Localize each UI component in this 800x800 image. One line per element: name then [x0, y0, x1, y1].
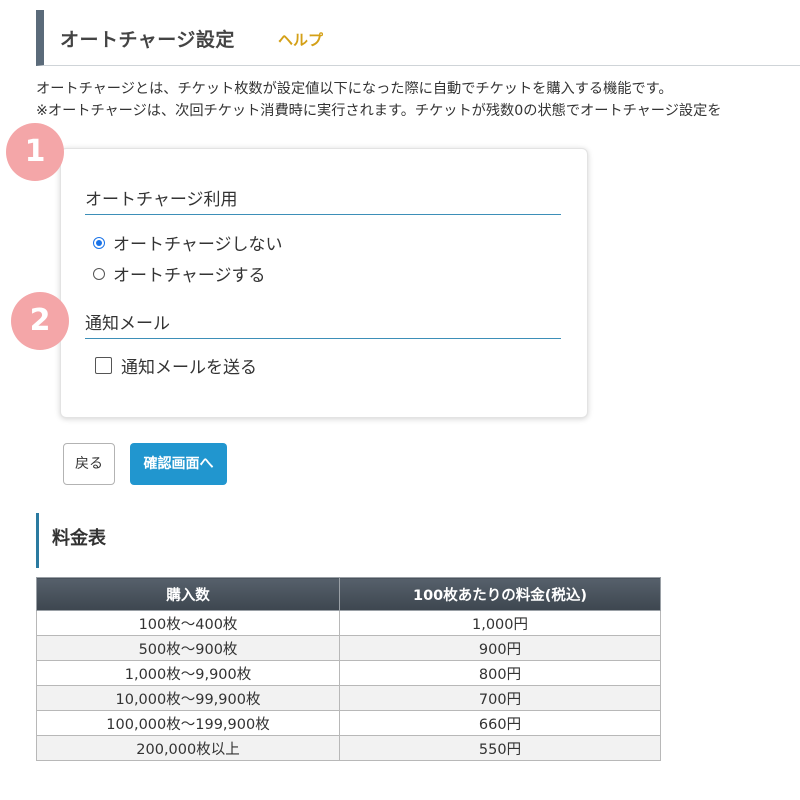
- help-link[interactable]: ヘルプ: [278, 29, 323, 50]
- radio-label: オートチャージする: [113, 266, 266, 286]
- table-row: 100枚～400枚 1,000円: [36, 610, 661, 636]
- page-header: オートチャージ設定 ヘルプ: [36, 10, 800, 66]
- radio-button-selected[interactable]: [93, 236, 105, 249]
- notify-mail-checkbox[interactable]: [95, 357, 112, 374]
- quantity-cell: 10,000枚～99,900枚: [36, 685, 340, 711]
- notify-mail-checkbox-row[interactable]: 通知メールを送る: [95, 353, 257, 378]
- table-row: 10,000枚～99,900枚 700円: [36, 685, 661, 711]
- step-badge-2: 2: [11, 292, 69, 350]
- radio-auto-charge[interactable]: オートチャージする: [93, 261, 266, 286]
- price-table: 購入数 100枚あたりの料金(税込) 100枚～400枚 1,000円 500枚…: [36, 577, 661, 761]
- price-cell: 800円: [339, 660, 661, 686]
- table-row: 1,000枚～9,900枚 800円: [36, 660, 661, 686]
- checkbox-label: 通知メールを送る: [121, 358, 257, 378]
- notify-mail-heading: 通知メール: [85, 309, 561, 339]
- quantity-cell: 200,000枚以上: [36, 735, 340, 761]
- table-header-row: 購入数 100枚あたりの料金(税込): [36, 577, 661, 611]
- price-cell: 900円: [339, 635, 661, 661]
- settings-panel: オートチャージ利用 オートチャージしない オートチャージする 通知メール 通知メ…: [60, 148, 588, 418]
- page-title: オートチャージ設定: [60, 29, 235, 51]
- column-header-quantity: 購入数: [36, 577, 340, 611]
- back-button[interactable]: 戻る: [63, 443, 115, 485]
- table-row: 200,000枚以上 550円: [36, 735, 661, 761]
- table-row: 100,000枚～199,900枚 660円: [36, 710, 661, 736]
- radio-button[interactable]: [93, 267, 105, 280]
- quantity-cell: 500枚～900枚: [36, 635, 340, 661]
- price-cell: 1,000円: [339, 610, 661, 636]
- column-header-price: 100枚あたりの料金(税込): [339, 577, 661, 611]
- description-line-2: ※オートチャージは、次回チケット消費時に実行されます。チケットが残数0の状態でオ…: [36, 103, 722, 119]
- price-cell: 660円: [339, 710, 661, 736]
- quantity-cell: 100,000枚～199,900枚: [36, 710, 340, 736]
- step-badge-1: 1: [6, 123, 64, 181]
- description-line-1: オートチャージとは、チケット枚数が設定値以下になった際に自動でチケットを購入する…: [36, 81, 673, 97]
- auto-charge-heading: オートチャージ利用: [85, 185, 561, 215]
- radio-label: オートチャージしない: [113, 235, 283, 255]
- confirm-button[interactable]: 確認画面へ: [130, 443, 227, 485]
- price-table-heading: 料金表: [36, 513, 106, 568]
- quantity-cell: 1,000枚～9,900枚: [36, 660, 340, 686]
- price-cell: 550円: [339, 735, 661, 761]
- radio-no-auto-charge[interactable]: オートチャージしない: [93, 230, 283, 255]
- table-row: 500枚～900枚 900円: [36, 635, 661, 661]
- quantity-cell: 100枚～400枚: [36, 610, 340, 636]
- price-table-title: 料金表: [52, 528, 106, 549]
- price-cell: 700円: [339, 685, 661, 711]
